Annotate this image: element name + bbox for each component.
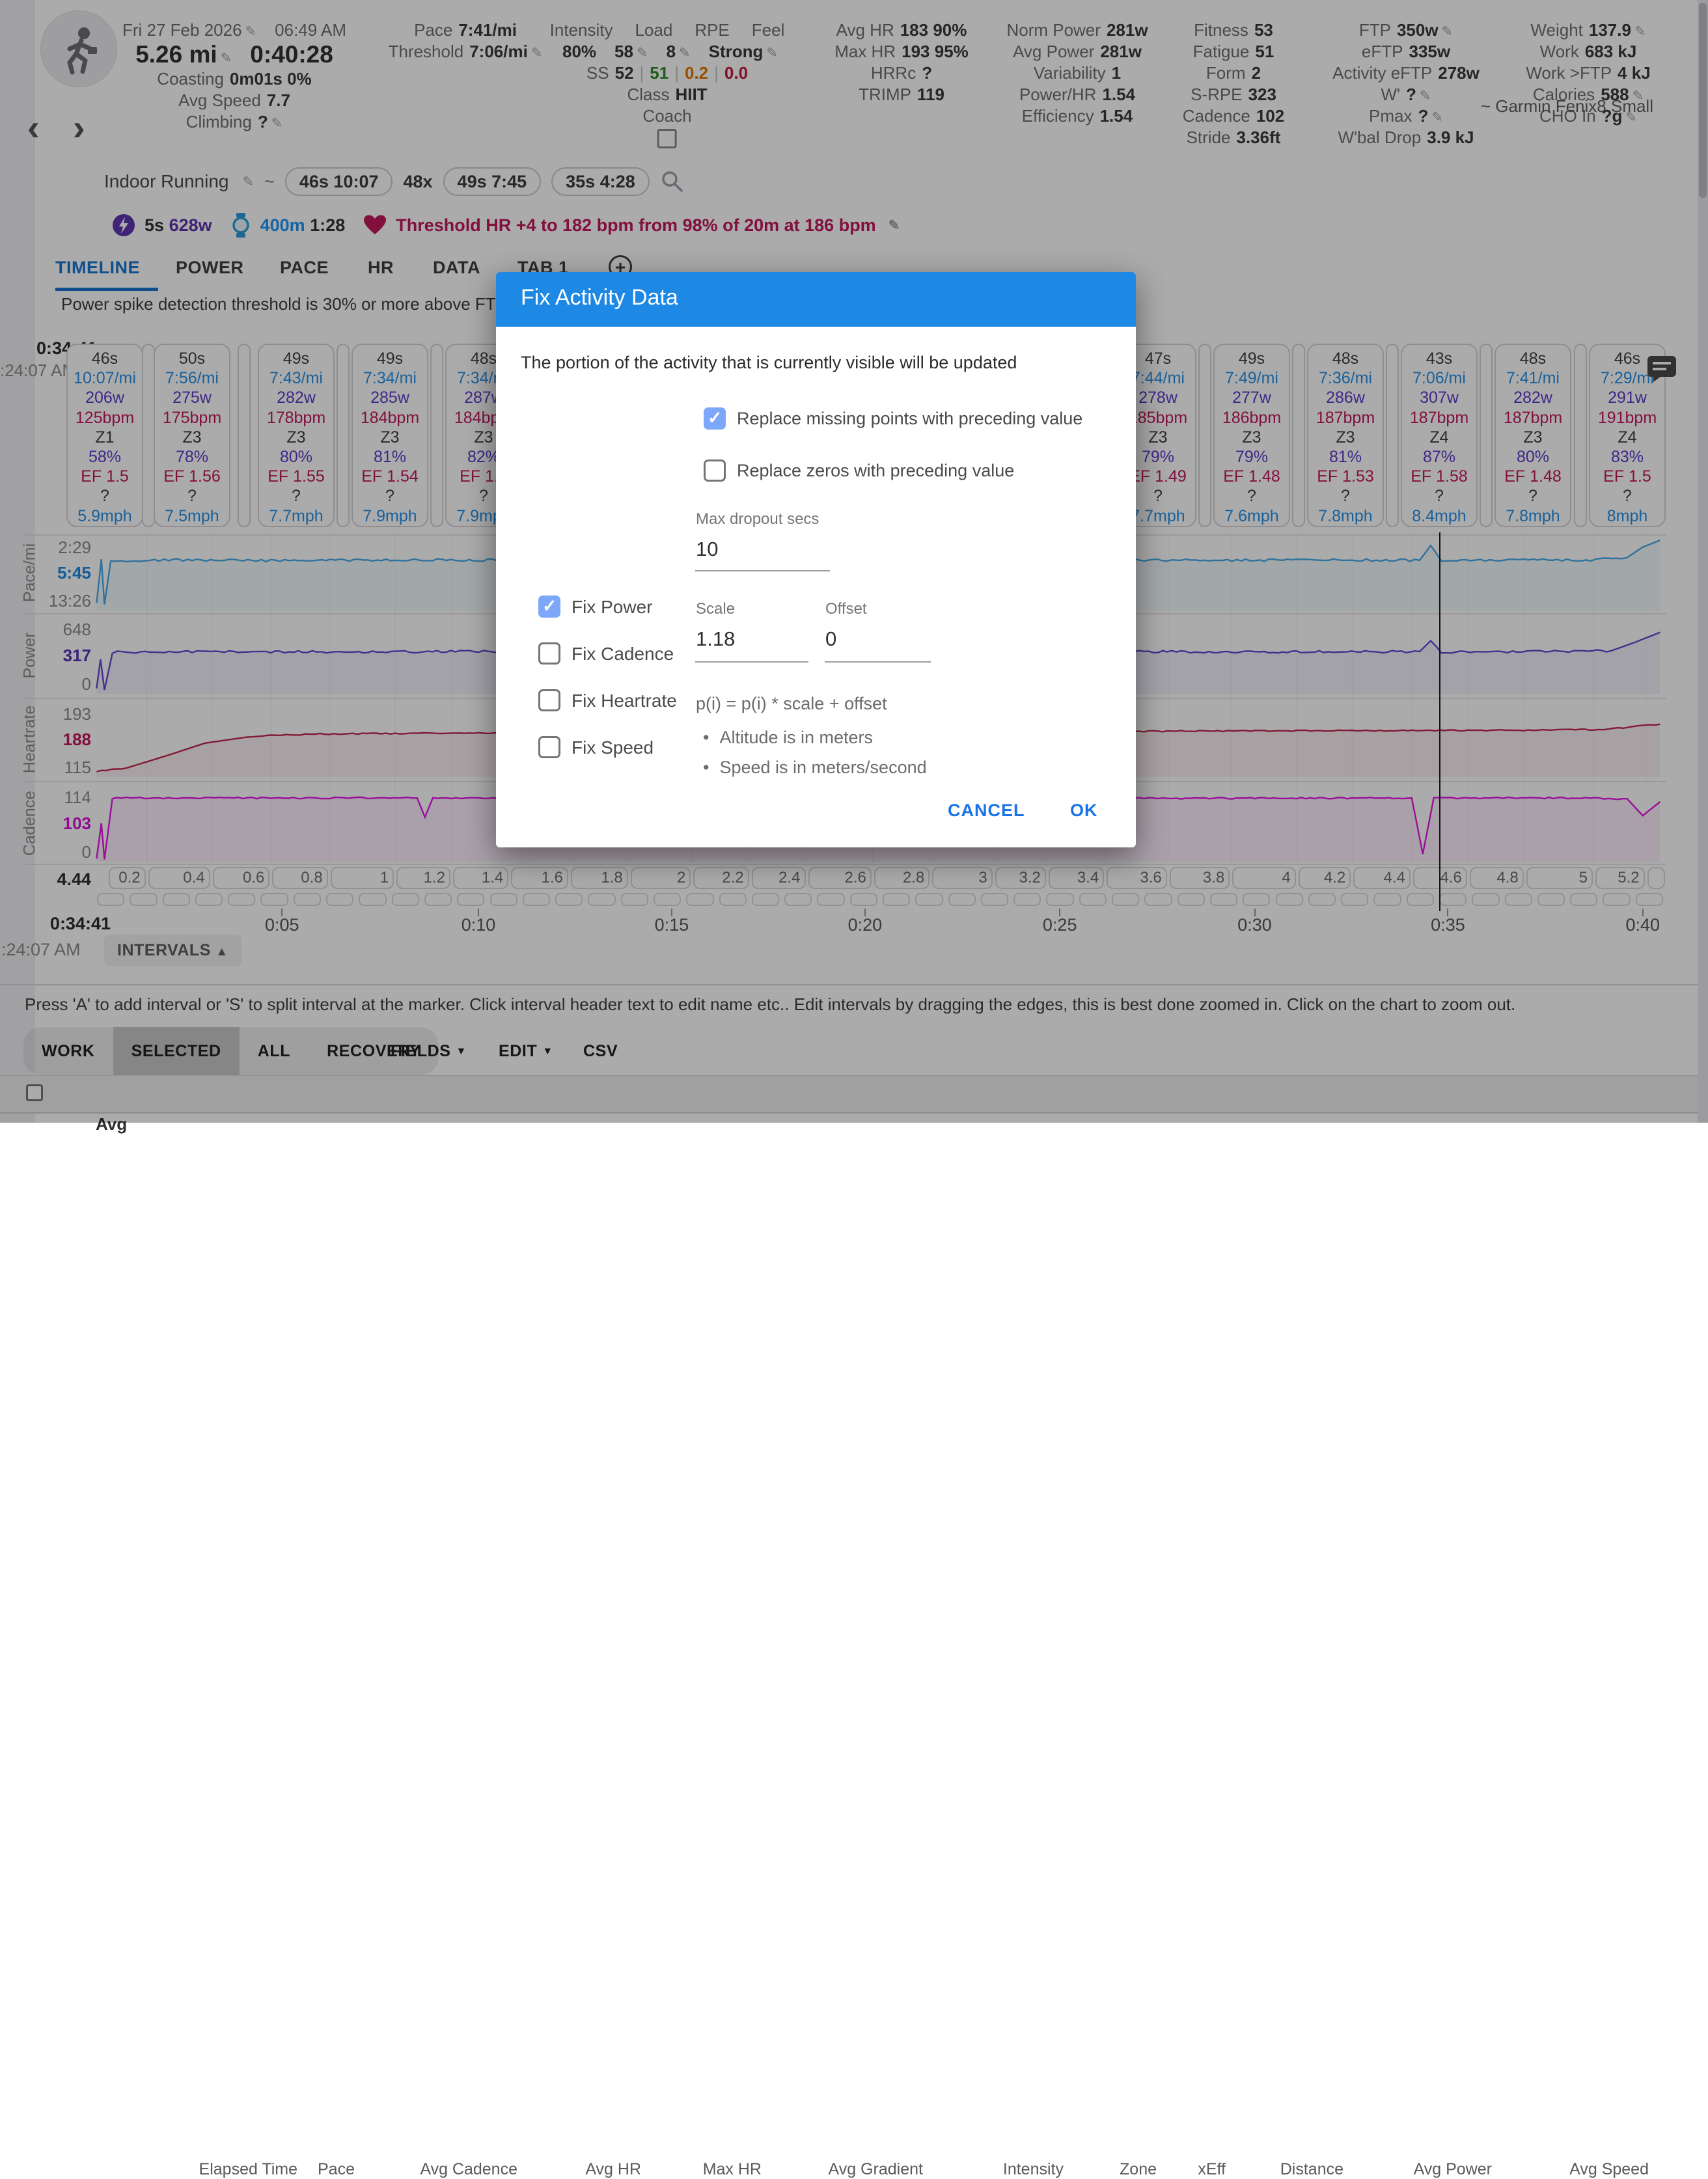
fix-speed-checkbox[interactable] — [538, 736, 560, 758]
fix-heartrate-label: Fix Heartrate — [572, 691, 677, 711]
replace-zeros-checkbox[interactable] — [704, 459, 726, 482]
fix-speed-label: Fix Speed — [572, 737, 654, 758]
scale-input[interactable]: 1.18 — [696, 627, 735, 651]
offset-underline — [825, 661, 931, 663]
cancel-button[interactable]: CANCEL — [948, 801, 1025, 821]
fix-cadence-label: Fix Cadence — [572, 644, 674, 665]
offset-input[interactable]: 0 — [825, 627, 836, 651]
fix-cadence-checkbox[interactable] — [538, 642, 560, 665]
dialog-intro-text: The portion of the activity that is curr… — [521, 353, 1017, 373]
replace-missing-checkbox[interactable] — [704, 407, 726, 430]
activity-page: ‹ › Fri 27 Feb 2026✎06:49 AM5.26 mi✎0:40… — [0, 0, 1708, 1123]
dialog-title: Fix Activity Data — [521, 285, 678, 310]
dialog-header: Fix Activity Data — [496, 272, 1136, 327]
scale-label: Scale — [696, 600, 735, 618]
max-dropout-underline — [695, 570, 830, 571]
fix-power-label: Fix Power — [572, 597, 652, 618]
max-dropout-input[interactable]: 10 — [696, 538, 718, 561]
altitude-note: Altitude is in meters — [703, 728, 873, 748]
fix-activity-data-dialog: Fix Activity Data The portion of the act… — [496, 272, 1136, 847]
fix-power-checkbox[interactable] — [538, 596, 560, 618]
column-header-avg-speed[interactable]: Avg Speed — [1440, 2160, 1649, 2179]
offset-label: Offset — [825, 600, 867, 618]
fix-heartrate-checkbox[interactable] — [538, 689, 560, 711]
formula-text: p(i) = p(i) * scale + offset — [696, 694, 887, 714]
max-dropout-label: Max dropout secs — [696, 510, 819, 528]
speed-note: Speed is in meters/second — [703, 758, 927, 778]
ok-button[interactable]: OK — [1070, 801, 1098, 821]
replace-missing-label: Replace missing points with preceding va… — [737, 409, 1082, 429]
replace-zeros-label: Replace zeros with preceding value — [737, 461, 1014, 481]
scale-underline — [695, 661, 808, 663]
